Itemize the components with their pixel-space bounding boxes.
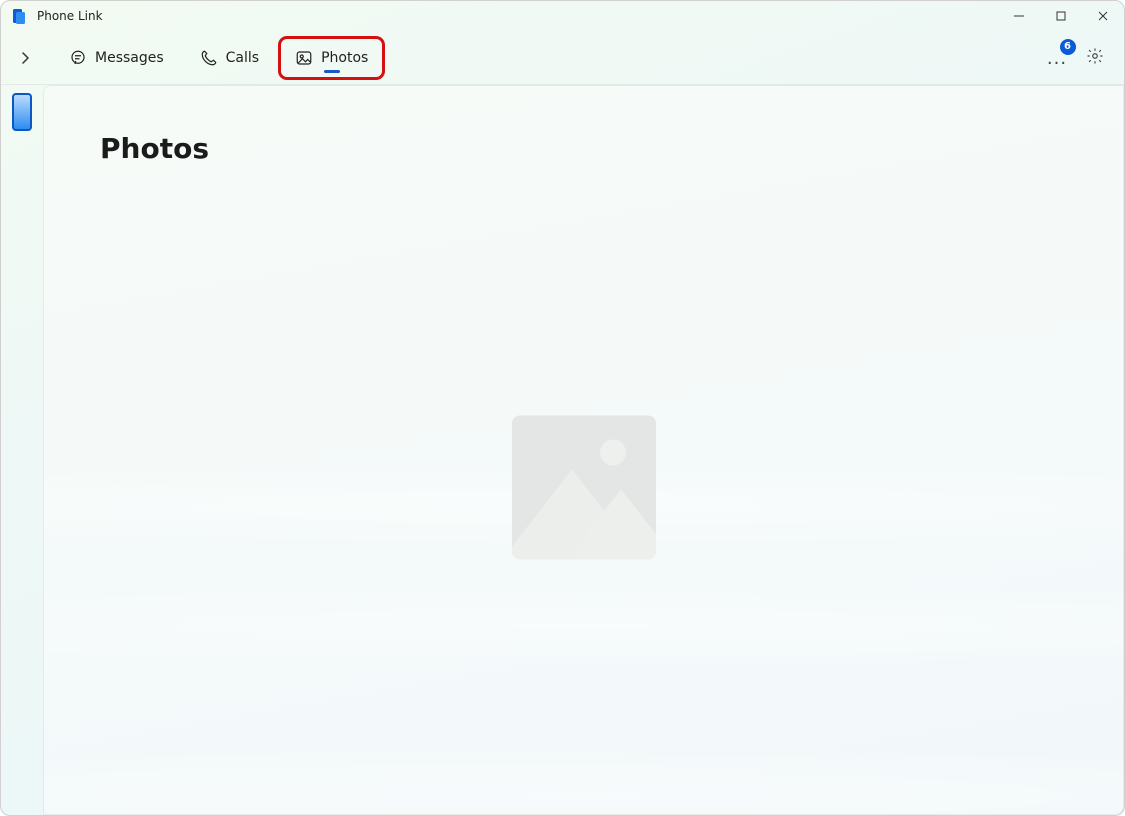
notifications-button[interactable]: ... 6 <box>1044 45 1070 71</box>
app-icon <box>11 8 27 24</box>
notification-badge: 6 <box>1060 39 1076 55</box>
device-thumbnail[interactable] <box>12 93 32 131</box>
app-window: Phone Link Messages <box>0 0 1125 816</box>
content-area: Photos <box>43 85 1124 815</box>
nav-tabs: Messages Calls Photos <box>59 43 378 73</box>
nav-actions: ... 6 <box>1044 45 1112 71</box>
gear-icon <box>1086 47 1104 69</box>
settings-button[interactable] <box>1082 45 1108 71</box>
empty-state-image-icon <box>512 415 656 559</box>
page-title: Photos <box>44 86 1123 165</box>
title-bar: Phone Link <box>1 1 1124 31</box>
photos-icon <box>295 49 313 67</box>
expand-pane-button[interactable] <box>15 43 35 73</box>
close-button[interactable] <box>1082 1 1124 31</box>
messages-icon <box>69 49 87 67</box>
tab-label: Calls <box>226 50 259 66</box>
tab-calls[interactable]: Calls <box>190 43 269 73</box>
maximize-button[interactable] <box>1040 1 1082 31</box>
minimize-button[interactable] <box>998 1 1040 31</box>
window-title: Phone Link <box>37 9 103 23</box>
calls-icon <box>200 49 218 67</box>
tab-label: Messages <box>95 50 164 66</box>
tab-photos[interactable]: Photos <box>285 43 378 73</box>
window-controls <box>998 1 1124 31</box>
tab-label: Photos <box>321 50 368 66</box>
device-rail <box>1 85 43 815</box>
tab-messages[interactable]: Messages <box>59 43 174 73</box>
top-nav: Messages Calls Photos ... 6 <box>1 31 1124 85</box>
app-body: Photos <box>1 85 1124 815</box>
